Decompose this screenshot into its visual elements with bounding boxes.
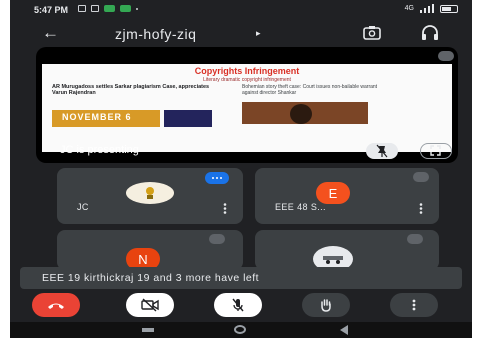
article-right: Bohemian story theft case: Court issues … [242,84,392,144]
avatar-letter: E [328,185,338,201]
unpin-button[interactable] [366,143,398,159]
participant-name: EEE 48 S... [275,202,326,212]
status-time: 5:47 PM [34,5,69,15]
avatar-letter: N [138,251,148,267]
signal-icon [420,4,434,13]
camera-toggle-button[interactable] [126,293,174,317]
caret-right-icon[interactable]: ▸ [256,28,261,39]
fullscreen-button[interactable] [420,143,452,159]
arrow-left-icon[interactable]: ← [42,23,59,43]
slide-title: Copyrights Infringement [194,66,300,76]
participant-tile-eee48[interactable]: E EEE 48 S... [255,168,439,224]
back-icon[interactable] [340,325,348,335]
camera-off-icon [141,298,159,312]
notification-icon [91,5,99,12]
presentation-tile[interactable]: Copyrights Infringement Literary dramati… [36,47,458,163]
article-headline: AR Murugadoss settles Sarkar plagiarism … [52,84,210,96]
mic-toggle-button[interactable] [214,293,262,317]
mic-off-icon [438,51,454,61]
mic-off-icon [209,234,225,244]
status-right: 4G [405,4,458,13]
headphones-icon[interactable] [420,25,440,41]
more-vert-icon[interactable] [223,203,227,214]
avatar: E [316,182,350,204]
notification-icon [78,5,86,12]
article-thumbnail [164,110,212,127]
shared-screen: Copyrights Infringement Literary dramati… [42,64,452,152]
mic-off-icon [407,234,423,244]
status-bar: 5:47 PM 4G [10,0,472,18]
participant-tile-photo[interactable] [255,230,439,270]
network-label: 4G [404,5,414,12]
avatar-image-icon [323,256,343,264]
fullscreen-icon [430,145,441,156]
participant-tile-n[interactable]: N [57,230,243,270]
notification-icons [78,5,138,12]
participant-tile-jc[interactable]: JC [57,168,243,224]
more-vert-icon[interactable] [419,203,423,214]
battery-icon [440,4,458,13]
article-left: AR Murugadoss settles Sarkar plagiarism … [52,84,217,144]
avatar [126,182,174,204]
call-controls [10,293,472,319]
mic-off-icon [413,172,429,182]
slide-subtitle: Literary dramatic copyright infringement [203,77,291,83]
system-nav-bar [10,322,472,338]
more-options-button[interactable] [390,293,438,317]
more-notifications-icon [136,7,138,10]
article-headline: Bohemian story theft case: Court issues … [242,84,378,96]
participant-name: JC [77,202,89,212]
meet-call-screen: 5:47 PM 4G ← zjm-hofy-ziq ▸ Copyrights I… [10,0,472,338]
home-icon[interactable] [234,325,246,334]
banner-text: NOVEMBER 6 [62,112,132,122]
top-bar: ← zjm-hofy-ziq ▸ [10,20,472,48]
presenter-label: JC is presenting [60,144,139,156]
avatar-image-icon [146,187,154,199]
more-vert-icon [412,299,416,311]
meeting-code[interactable]: zjm-hofy-ziq [115,26,196,42]
raise-hand-icon [321,299,331,312]
end-call-button[interactable] [32,293,80,317]
raise-hand-button[interactable] [302,293,350,317]
end-call-icon [48,303,64,309]
switch-camera-icon[interactable] [362,25,382,41]
chat-notification-icon [120,5,131,12]
mic-off-icon [232,298,244,312]
recents-icon[interactable] [142,328,154,332]
article-photo [242,102,368,124]
speaking-indicator-icon [205,172,229,184]
toast-message: EEE 19 kirthickraj 19 and 3 more have le… [42,272,260,284]
pin-off-icon [376,144,388,158]
participants-left-toast: EEE 19 kirthickraj 19 and 3 more have le… [20,267,462,289]
article-image: NOVEMBER 6 [52,110,160,127]
chat-notification-icon [104,5,115,12]
